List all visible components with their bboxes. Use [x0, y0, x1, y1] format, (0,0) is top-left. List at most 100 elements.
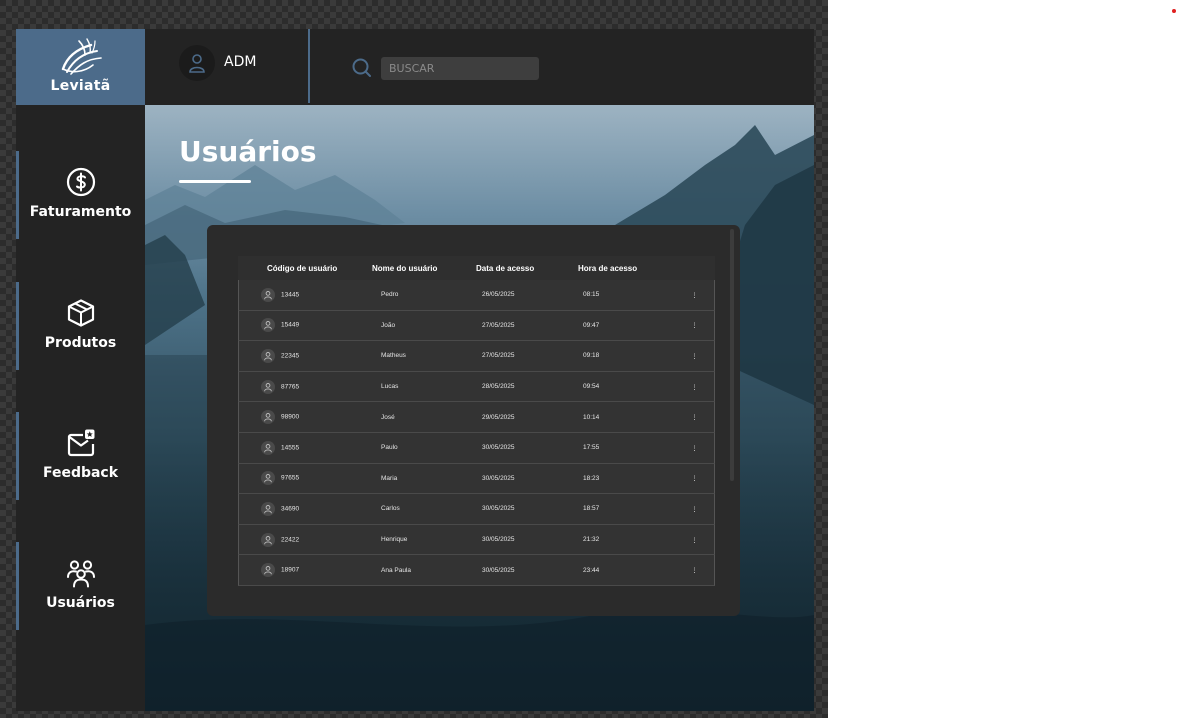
user-code: 87765: [281, 383, 300, 391]
sidebar-item-usuarios[interactable]: Usuários: [16, 542, 145, 630]
sidebar-item-label: Feedback: [42, 465, 119, 481]
table-row[interactable]: 98900 José 29/05/2025 10:14 ⋮: [238, 402, 715, 433]
cell-data: 30/05/2025: [456, 432, 558, 464]
cell-nome: Paulo: [351, 432, 456, 464]
user-code: 22422: [281, 536, 300, 544]
cell-nome: Ana Paula: [351, 555, 456, 586]
table-row[interactable]: 97655 Maria 30/05/2025 18:23 ⋮: [238, 463, 715, 495]
box-icon: [67, 299, 95, 327]
sidebar-accent-bar: [16, 282, 19, 370]
main-content: Usuários Código de usuário Nome do usuár…: [145, 105, 814, 711]
cell-hora: 09:54: [558, 371, 675, 403]
user-avatar-icon: [261, 287, 275, 302]
table-row[interactable]: 87765 Lucas 28/05/2025 09:54 ⋮: [238, 371, 715, 403]
cell-codigo: 97655: [238, 463, 351, 495]
leviathan-logo-icon: [61, 38, 102, 75]
sidebar-accent-bar: [16, 151, 19, 239]
sidebar-item-faturamento[interactable]: Faturamento: [16, 151, 145, 239]
user-code: 13445: [281, 291, 300, 299]
row-menu-kebab-icon[interactable]: ⋮: [675, 432, 715, 464]
app-window: Leviatã ADM Faturamento: [16, 29, 814, 711]
row-menu-kebab-icon[interactable]: ⋮: [675, 341, 715, 372]
table-row[interactable]: 34690 Carlos 30/05/2025 18:57 ⋮: [238, 494, 715, 525]
card-scrollbar[interactable]: [730, 229, 734, 481]
cell-hora: 09:18: [558, 341, 675, 372]
row-menu-kebab-icon[interactable]: ⋮: [675, 524, 715, 556]
row-menu-kebab-icon[interactable]: ⋮: [675, 402, 715, 433]
table-row[interactable]: 13445 Pedro 26/05/2025 08:15 ⋮: [238, 280, 715, 311]
cell-nome: Carlos: [351, 494, 456, 525]
table-row[interactable]: 14555 Paulo 30/05/2025 17:55 ⋮: [238, 432, 715, 464]
column-header-codigo[interactable]: Código de usuário: [238, 256, 351, 280]
cell-codigo: 34690: [238, 494, 351, 525]
cell-hora: 18:23: [558, 463, 675, 495]
cell-codigo: 14555: [238, 432, 351, 464]
column-header-hora[interactable]: Hora de acesso: [558, 256, 675, 280]
cell-data: 26/05/2025: [456, 280, 558, 311]
user-code: 97655: [281, 475, 300, 483]
top-bar: ADM: [145, 29, 814, 105]
table-header-row: Código de usuário Nome do usuário Data d…: [238, 256, 715, 280]
search-input[interactable]: [381, 57, 539, 80]
users-icon: [67, 560, 95, 588]
column-header-data[interactable]: Data de acesso: [456, 256, 558, 280]
cell-data: 27/05/2025: [456, 341, 558, 372]
cell-codigo: 18907: [238, 555, 351, 586]
table-row[interactable]: 15449 João 27/05/2025 09:47 ⋮: [238, 310, 715, 342]
cell-codigo: 98900: [238, 402, 351, 433]
sidebar-accent-bar: [16, 542, 19, 630]
cell-nome: Maria: [351, 463, 456, 495]
cell-codigo: 87765: [238, 371, 351, 403]
row-menu-kebab-icon[interactable]: ⋮: [675, 494, 715, 525]
admin-avatar[interactable]: [179, 45, 215, 81]
table-row[interactable]: 22422 Henrique 30/05/2025 21:32 ⋮: [238, 524, 715, 556]
row-menu-kebab-icon[interactable]: ⋮: [675, 310, 715, 342]
user-code: 14555: [281, 444, 300, 452]
table-row[interactable]: 18907 Ana Paula 30/05/2025 23:44 ⋮: [238, 555, 715, 586]
cell-data: 30/05/2025: [456, 494, 558, 525]
user-avatar-icon: [261, 410, 275, 425]
feedback-mail-icon: [67, 429, 95, 457]
row-menu-kebab-icon[interactable]: ⋮: [675, 555, 715, 586]
table-row[interactable]: 22345 Matheus 27/05/2025 09:18 ⋮: [238, 341, 715, 372]
column-header-nome[interactable]: Nome do usuário: [351, 256, 456, 280]
cell-hora: 10:14: [558, 402, 675, 433]
user-avatar-icon: [261, 532, 275, 547]
header-divider: [308, 29, 310, 103]
dollar-circle-icon: [66, 167, 96, 197]
cell-codigo: 13445: [238, 280, 351, 311]
row-menu-kebab-icon[interactable]: ⋮: [675, 280, 715, 311]
cell-data: 29/05/2025: [456, 402, 558, 433]
row-menu-kebab-icon[interactable]: ⋮: [675, 463, 715, 495]
users-table: Código de usuário Nome do usuário Data d…: [238, 256, 715, 586]
page-title: Usuários: [179, 135, 317, 168]
user-code: 98900: [281, 413, 300, 421]
row-menu-kebab-icon[interactable]: ⋮: [675, 371, 715, 403]
sidebar-item-label: Faturamento: [29, 204, 132, 220]
user-code: 15449: [281, 322, 300, 330]
search-icon[interactable]: [351, 57, 373, 79]
user-avatar-icon: [261, 379, 275, 394]
cell-nome: Henrique: [351, 524, 456, 556]
user-avatar-icon: [261, 318, 275, 333]
title-underline: [179, 180, 251, 183]
cell-nome: João: [351, 310, 456, 342]
red-dot-marker: [1172, 9, 1176, 13]
sidebar-item-feedback[interactable]: Feedback: [16, 412, 145, 500]
brand-logo[interactable]: Leviatã: [16, 29, 145, 105]
sidebar-item-produtos[interactable]: Produtos: [16, 282, 145, 370]
sidebar-item-label: Produtos: [44, 335, 117, 351]
brand-name: Leviatã: [50, 78, 111, 94]
cell-nome: Matheus: [351, 341, 456, 372]
user-avatar-icon: [261, 471, 275, 486]
cell-hora: 17:55: [558, 432, 675, 464]
sidebar-item-label: Usuários: [46, 595, 115, 611]
users-table-card: Código de usuário Nome do usuário Data d…: [207, 225, 740, 616]
user-avatar-icon: [261, 501, 275, 516]
cell-data: 30/05/2025: [456, 463, 558, 495]
cell-codigo: 15449: [238, 310, 351, 342]
cell-data: 30/05/2025: [456, 555, 558, 586]
cell-nome: Pedro: [351, 280, 456, 311]
cell-nome: José: [351, 402, 456, 433]
user-code: 22345: [281, 352, 300, 360]
